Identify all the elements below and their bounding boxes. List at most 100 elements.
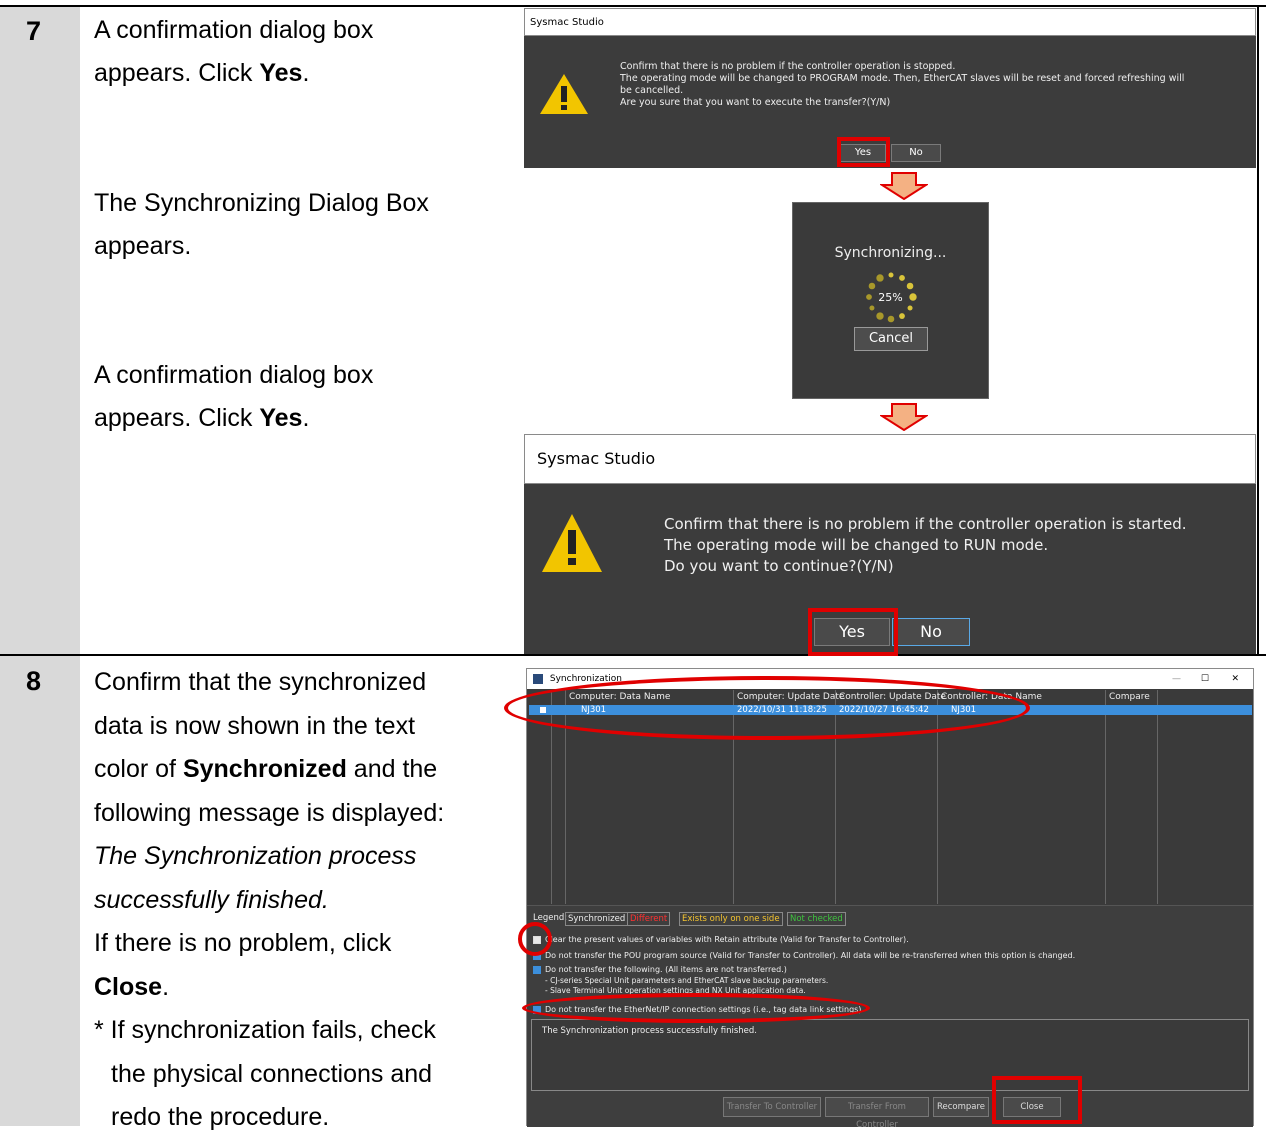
highlight-yes-2 bbox=[808, 608, 898, 656]
italic-message: successfully finished. bbox=[94, 885, 329, 914]
option-sub-text: - CJ-series Special Unit parameters and … bbox=[545, 976, 829, 985]
warning-icon bbox=[542, 514, 602, 572]
note-line: * If synchronization fails, check bbox=[94, 1016, 436, 1044]
option-label: Do not transfer the POU program source (… bbox=[545, 951, 1076, 960]
text-line: appears. Click Yes. bbox=[94, 52, 504, 95]
down-arrow-icon bbox=[880, 403, 928, 431]
status-message-box: The Synchronization process successfully… bbox=[531, 1019, 1249, 1091]
spinner-dot bbox=[868, 282, 876, 290]
maximize-icon[interactable]: ☐ bbox=[1201, 669, 1209, 689]
text-line: successfully finished. bbox=[94, 879, 504, 923]
spinner-dot bbox=[906, 282, 914, 290]
dialog-message: Confirm that there is no problem if the … bbox=[620, 61, 1250, 109]
message-line: be cancelled. bbox=[620, 85, 684, 96]
down-arrow-icon bbox=[880, 172, 928, 200]
text: appears. Click bbox=[94, 404, 260, 432]
step8-number: 8 bbox=[26, 666, 42, 696]
text-line: appears. Click Yes. bbox=[94, 397, 504, 440]
bold-close: Close bbox=[94, 972, 163, 1001]
option-label: Clear the present values of variables wi… bbox=[545, 935, 909, 944]
dialog-titlebar: Sysmac Studio bbox=[524, 8, 1256, 36]
recompare-button[interactable]: Recompare bbox=[933, 1097, 989, 1117]
column-divider bbox=[1157, 690, 1158, 904]
spinner-dot bbox=[876, 274, 884, 282]
highlight-ethernet-option bbox=[522, 993, 870, 1023]
step8-paragraph: Confirm that the synchronized data is no… bbox=[94, 661, 504, 1140]
message-line: Confirm that there is no problem if the … bbox=[620, 61, 956, 72]
step8-number-cell bbox=[0, 656, 80, 1126]
text-line: The Synchronizing Dialog Box bbox=[94, 189, 429, 217]
spinner-dot bbox=[888, 272, 894, 278]
bold-synchronized: Synchronized bbox=[182, 755, 347, 783]
text: . bbox=[302, 59, 310, 87]
highlight-row-ellipse bbox=[504, 676, 1030, 740]
checkbox[interactable] bbox=[533, 965, 541, 974]
text-line: A confirmation dialog box bbox=[94, 361, 374, 389]
text: and the bbox=[346, 755, 438, 783]
highlight-close-button bbox=[992, 1076, 1082, 1124]
step7-number: 7 bbox=[26, 16, 42, 46]
column-header[interactable]: Compare bbox=[1109, 690, 1150, 704]
spinner-dot bbox=[869, 305, 875, 311]
text: appears. Click bbox=[94, 59, 260, 87]
text-line: appears. bbox=[94, 232, 192, 260]
text: color of bbox=[94, 755, 183, 783]
dialog-titlebar: Sysmac Studio bbox=[524, 434, 1256, 484]
confirm-stop-dialog: Sysmac Studio Confirm that there is no p… bbox=[524, 8, 1256, 168]
message-line: Confirm that there is no problem if the … bbox=[664, 515, 1187, 533]
synchronizing-label: Synchronizing... bbox=[834, 245, 947, 261]
legend-synchronized: Synchronized bbox=[565, 912, 629, 926]
text-line: A confirmation dialog box bbox=[94, 16, 374, 44]
spinner-dot bbox=[907, 305, 913, 311]
note-line: the physical connections and bbox=[111, 1059, 433, 1088]
app-icon bbox=[533, 673, 543, 684]
synchronizing-dialog: Synchronizing... 25% Cancel bbox=[792, 202, 989, 399]
bold-yes: Yes bbox=[259, 59, 303, 87]
synchronization-window: Synchronization — ☐ ✕ Computer: Data Nam… bbox=[526, 668, 1254, 1130]
text-line: color of Synchronized and the bbox=[94, 748, 504, 792]
text-line: data is now shown in the text bbox=[94, 711, 416, 740]
message-line: The operating mode will be changed to PR… bbox=[620, 73, 1185, 84]
transfer-from-controller-button[interactable]: Transfer From Controller bbox=[825, 1097, 929, 1130]
transfer-to-controller-button[interactable]: Transfer To Controller bbox=[723, 1097, 821, 1117]
no-button[interactable]: No bbox=[891, 144, 941, 162]
message-line: Are you sure that you want to execute th… bbox=[620, 97, 891, 108]
legend-not-checked: Not checked bbox=[787, 912, 846, 926]
italic-message: The Synchronization process bbox=[94, 842, 417, 870]
text-line: If there is no problem, click bbox=[94, 929, 392, 957]
spinner-dot bbox=[887, 315, 895, 323]
step7-paragraph-2: The Synchronizing Dialog Box appears. bbox=[94, 182, 504, 268]
close-icon[interactable]: ✕ bbox=[1231, 669, 1239, 689]
no-button[interactable]: No bbox=[892, 618, 970, 646]
text-line: Close. bbox=[94, 966, 504, 1010]
highlight-checkbox-circle bbox=[518, 922, 552, 956]
step7-paragraph-3: A confirmation dialog box appears. Click… bbox=[94, 354, 504, 440]
option-clear-retain[interactable]: Clear the present values of variables wi… bbox=[533, 935, 909, 945]
bold-yes: Yes bbox=[259, 404, 303, 432]
status-message: The Synchronization process successfully… bbox=[542, 1026, 757, 1036]
spinner-dot bbox=[899, 275, 905, 281]
note-line: redo the procedure. bbox=[111, 1103, 330, 1131]
text-line: The Synchronization process bbox=[94, 835, 504, 879]
row-divider bbox=[0, 654, 1266, 656]
column-divider bbox=[1105, 690, 1106, 904]
dialog-message: Confirm that there is no problem if the … bbox=[664, 514, 1244, 577]
option-no-transfer-following[interactable]: Do not transfer the following. (All item… bbox=[533, 965, 787, 975]
option-no-pou-source[interactable]: Do not transfer the POU program source (… bbox=[533, 951, 1075, 961]
text-line: following message is displayed: bbox=[94, 798, 445, 827]
legend-one-side: Exists only on one side bbox=[679, 912, 783, 926]
text-line: Confirm that the synchronized bbox=[94, 668, 427, 696]
dialog-title: Sysmac Studio bbox=[537, 449, 656, 468]
legend-different: Different bbox=[627, 912, 671, 926]
cancel-button[interactable]: Cancel bbox=[854, 327, 928, 351]
highlight-yes-1 bbox=[837, 137, 890, 167]
dialog-title: Sysmac Studio bbox=[530, 17, 604, 28]
text: . bbox=[162, 972, 170, 1001]
step7-number-cell bbox=[0, 7, 80, 654]
minimize-icon[interactable]: — bbox=[1172, 669, 1181, 689]
spinner-dot bbox=[876, 312, 884, 320]
table-right-border bbox=[1257, 5, 1259, 655]
text: . bbox=[302, 404, 310, 432]
progress-percent: 25% bbox=[878, 291, 903, 304]
table-top-border bbox=[0, 5, 1266, 7]
